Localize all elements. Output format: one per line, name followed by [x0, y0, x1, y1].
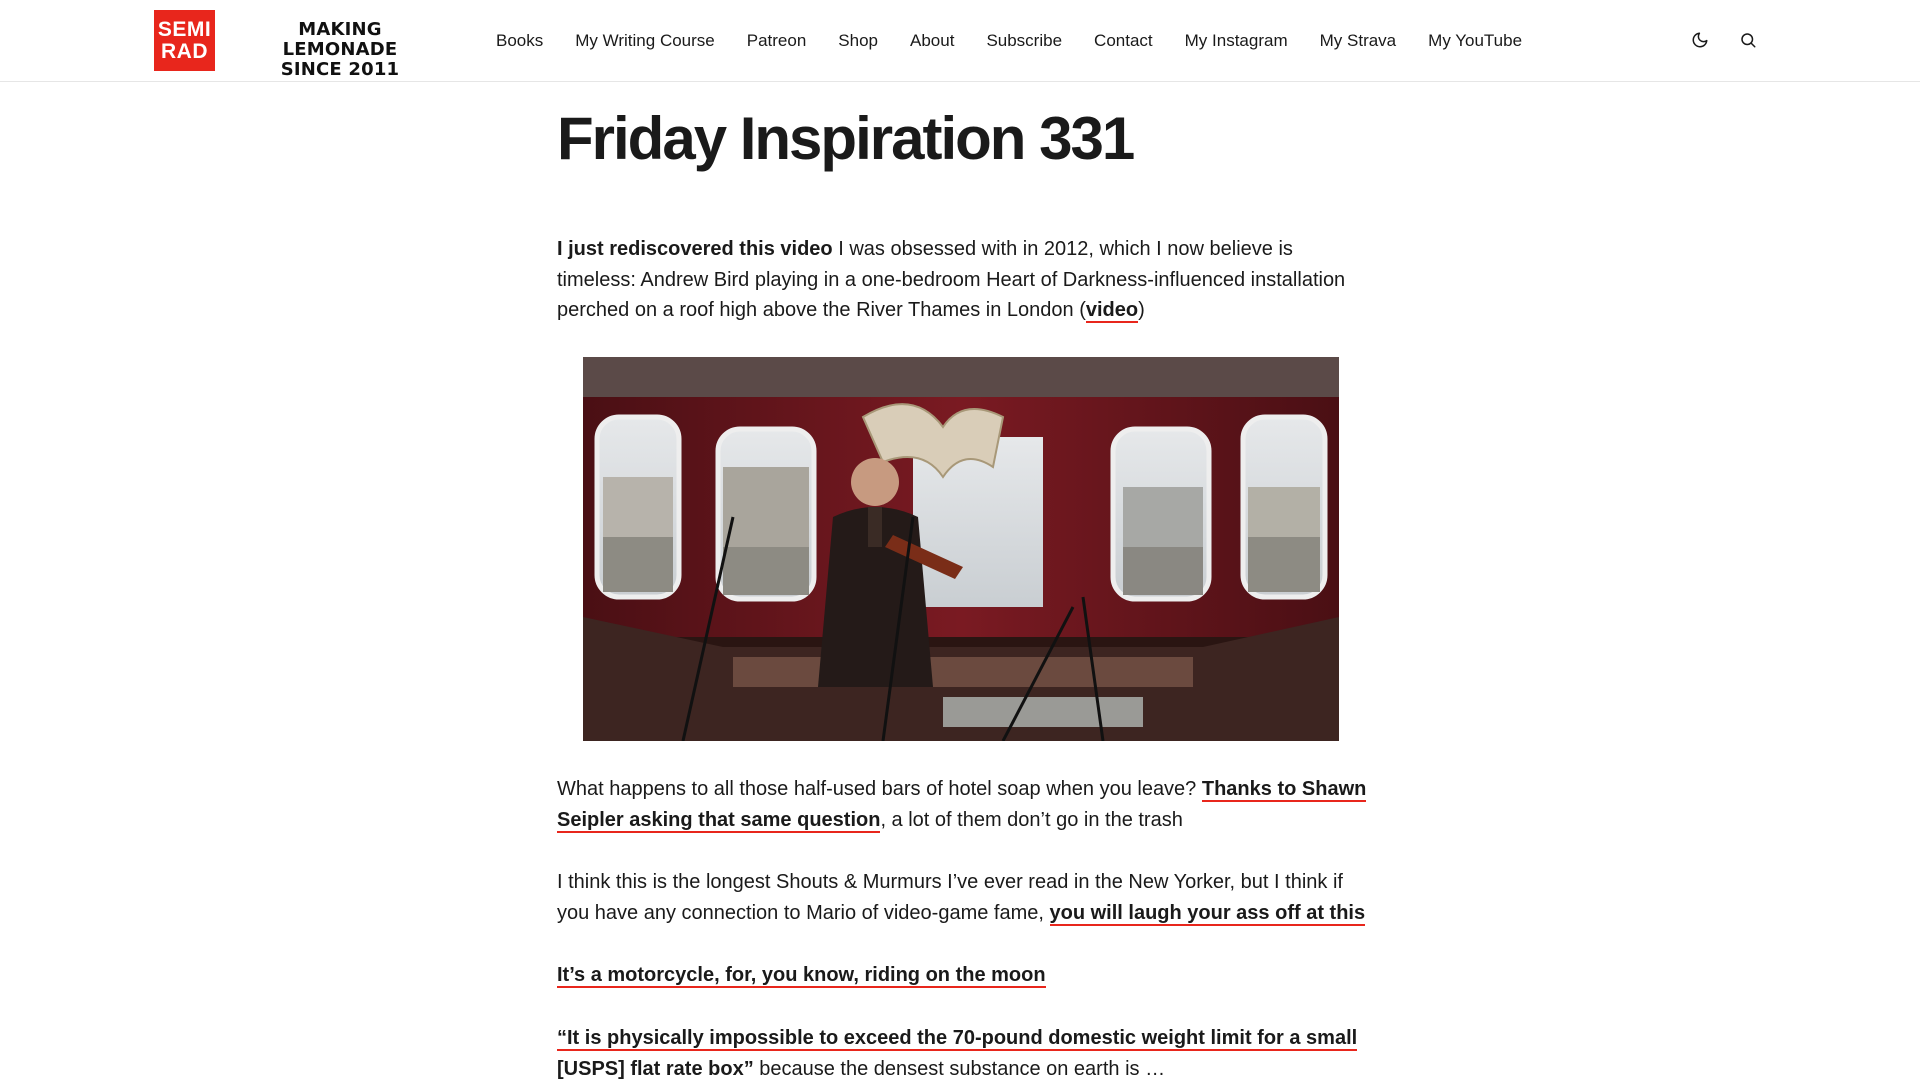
moon-motorcycle-link[interactable]: It’s a motorcycle, for, you know, riding… [557, 964, 1046, 988]
paragraph-tail: , a lot of them don’t go in the trash [880, 808, 1183, 831]
moon-icon[interactable] [1688, 28, 1712, 52]
nav-item-contact[interactable]: Contact [1094, 30, 1153, 52]
main-nav: Books My Writing Course Patreon Shop Abo… [496, 30, 1554, 52]
paragraph-text: What happens to all those half-used bars… [557, 778, 1202, 800]
nav-item-books[interactable]: Books [496, 30, 543, 52]
nav-item-subscribe[interactable]: Subscribe [986, 30, 1062, 52]
nav-item-writing-course[interactable]: My Writing Course [575, 30, 715, 52]
video-link[interactable]: video [1085, 299, 1139, 323]
bold-lead: I just rediscovered this video [557, 238, 833, 260]
logo-line-1: SEMI [157, 17, 212, 41]
nav-item-about[interactable]: About [910, 30, 954, 52]
nav-item-youtube[interactable]: My YouTube [1428, 30, 1522, 52]
paragraph-tail: ) [1138, 299, 1145, 321]
tagline-line-2: SINCE 2011 [280, 59, 400, 80]
nav-item-patreon[interactable]: Patreon [747, 30, 807, 52]
paragraph-new-yorker: I think this is the longest Shouts & Mur… [557, 867, 1367, 928]
paragraph-tail: because the densest substance on earth i… [753, 1057, 1166, 1080]
search-icon[interactable] [1736, 28, 1760, 52]
site-logo[interactable]: SEMI RAD [154, 10, 215, 71]
nav-item-shop[interactable]: Shop [838, 30, 878, 52]
nav-item-strava[interactable]: My Strava [1320, 30, 1397, 52]
video-thumbnail[interactable] [583, 357, 1339, 741]
paragraph-andrew-bird: I just rediscovered this video I was obs… [557, 234, 1367, 326]
site-tagline[interactable]: MAKING LEMONADE SINCE 2011 [240, 20, 440, 80]
paragraph-moon-motorcycle: It’s a motorcycle, for, you know, riding… [557, 960, 1367, 991]
site-header: SEMI RAD MAKING LEMONADE SINCE 2011 Book… [0, 0, 1920, 82]
paragraph-flat-rate-box: “It is physically impossible to exceed t… [557, 1023, 1367, 1080]
logo-line-2: RAD [161, 39, 208, 63]
tagline-line-1: MAKING LEMONADE [282, 19, 398, 60]
paragraph-hotel-soap: What happens to all those half-used bars… [557, 774, 1367, 835]
mario-link[interactable]: you will laugh your ass off at this [1049, 901, 1366, 926]
nav-item-instagram[interactable]: My Instagram [1185, 30, 1288, 52]
post-title: Friday Inspiration 331 [557, 105, 1135, 172]
